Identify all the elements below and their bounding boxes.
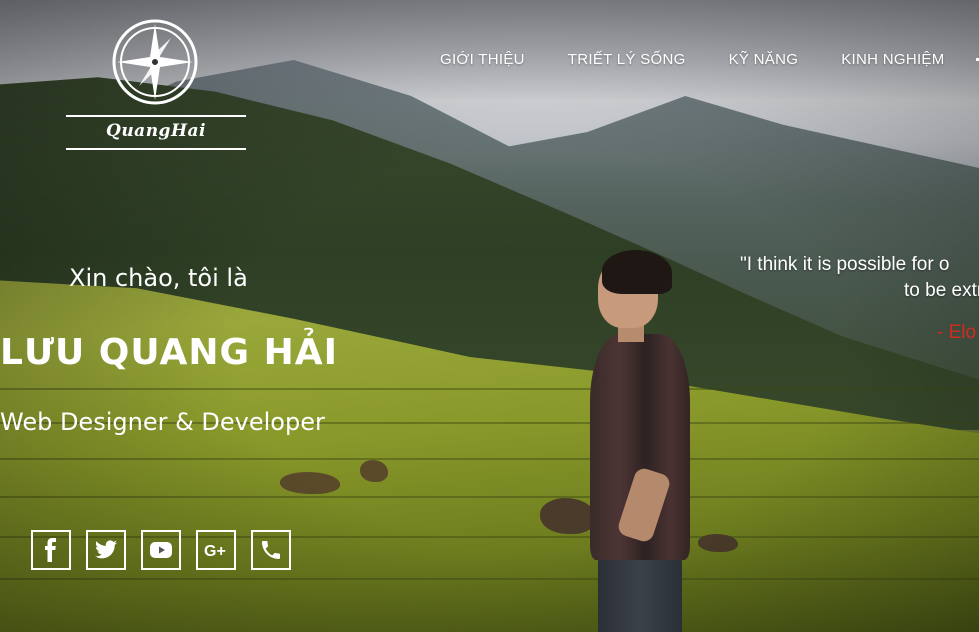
- twitter-icon: [95, 540, 117, 559]
- compass-icon: [112, 19, 198, 105]
- google-plus-icon: G+: [204, 543, 226, 560]
- facebook-button[interactable]: [31, 530, 71, 570]
- quote-line-2: to be extra: [904, 280, 979, 301]
- quote-block: "I think it is possible for o to be extr…: [740, 252, 979, 304]
- site-logo[interactable]: QuangHai: [66, 18, 246, 158]
- svg-text:G+: G+: [204, 543, 226, 560]
- youtube-button[interactable]: [141, 530, 181, 570]
- youtube-icon: [150, 542, 172, 558]
- nav-item-triet-ly-song[interactable]: TRIẾT LÝ SỐNG: [568, 51, 686, 68]
- intro-greeting: Xin chào, tôi là: [69, 264, 248, 292]
- quote-author: - Elo: [937, 322, 977, 343]
- nav-item-kinh-nghiem[interactable]: KINH NGHIỆM: [841, 51, 944, 68]
- person-photo: [580, 250, 700, 632]
- nav-item-gioi-thieu[interactable]: GIỚI THIỆU: [440, 51, 525, 68]
- google-plus-button[interactable]: G+: [196, 530, 236, 570]
- quote-line-1: "I think it is possible for o: [740, 254, 950, 275]
- intro-role: Web Designer & Developer: [0, 408, 325, 436]
- phone-icon: [262, 541, 280, 559]
- nav-item-ky-nang[interactable]: KỸ NĂNG: [729, 51, 799, 68]
- logo-text: QuangHai: [106, 121, 206, 141]
- intro-name: LƯU QUANG HẢI: [0, 332, 338, 373]
- main-nav: GIỚI THIỆU TRIẾT LÝ SỐNG KỸ NĂNG KINH NG…: [440, 51, 945, 68]
- facebook-icon: [45, 538, 56, 562]
- social-links: G+: [31, 530, 291, 570]
- phone-button[interactable]: [251, 530, 291, 570]
- twitter-button[interactable]: [86, 530, 126, 570]
